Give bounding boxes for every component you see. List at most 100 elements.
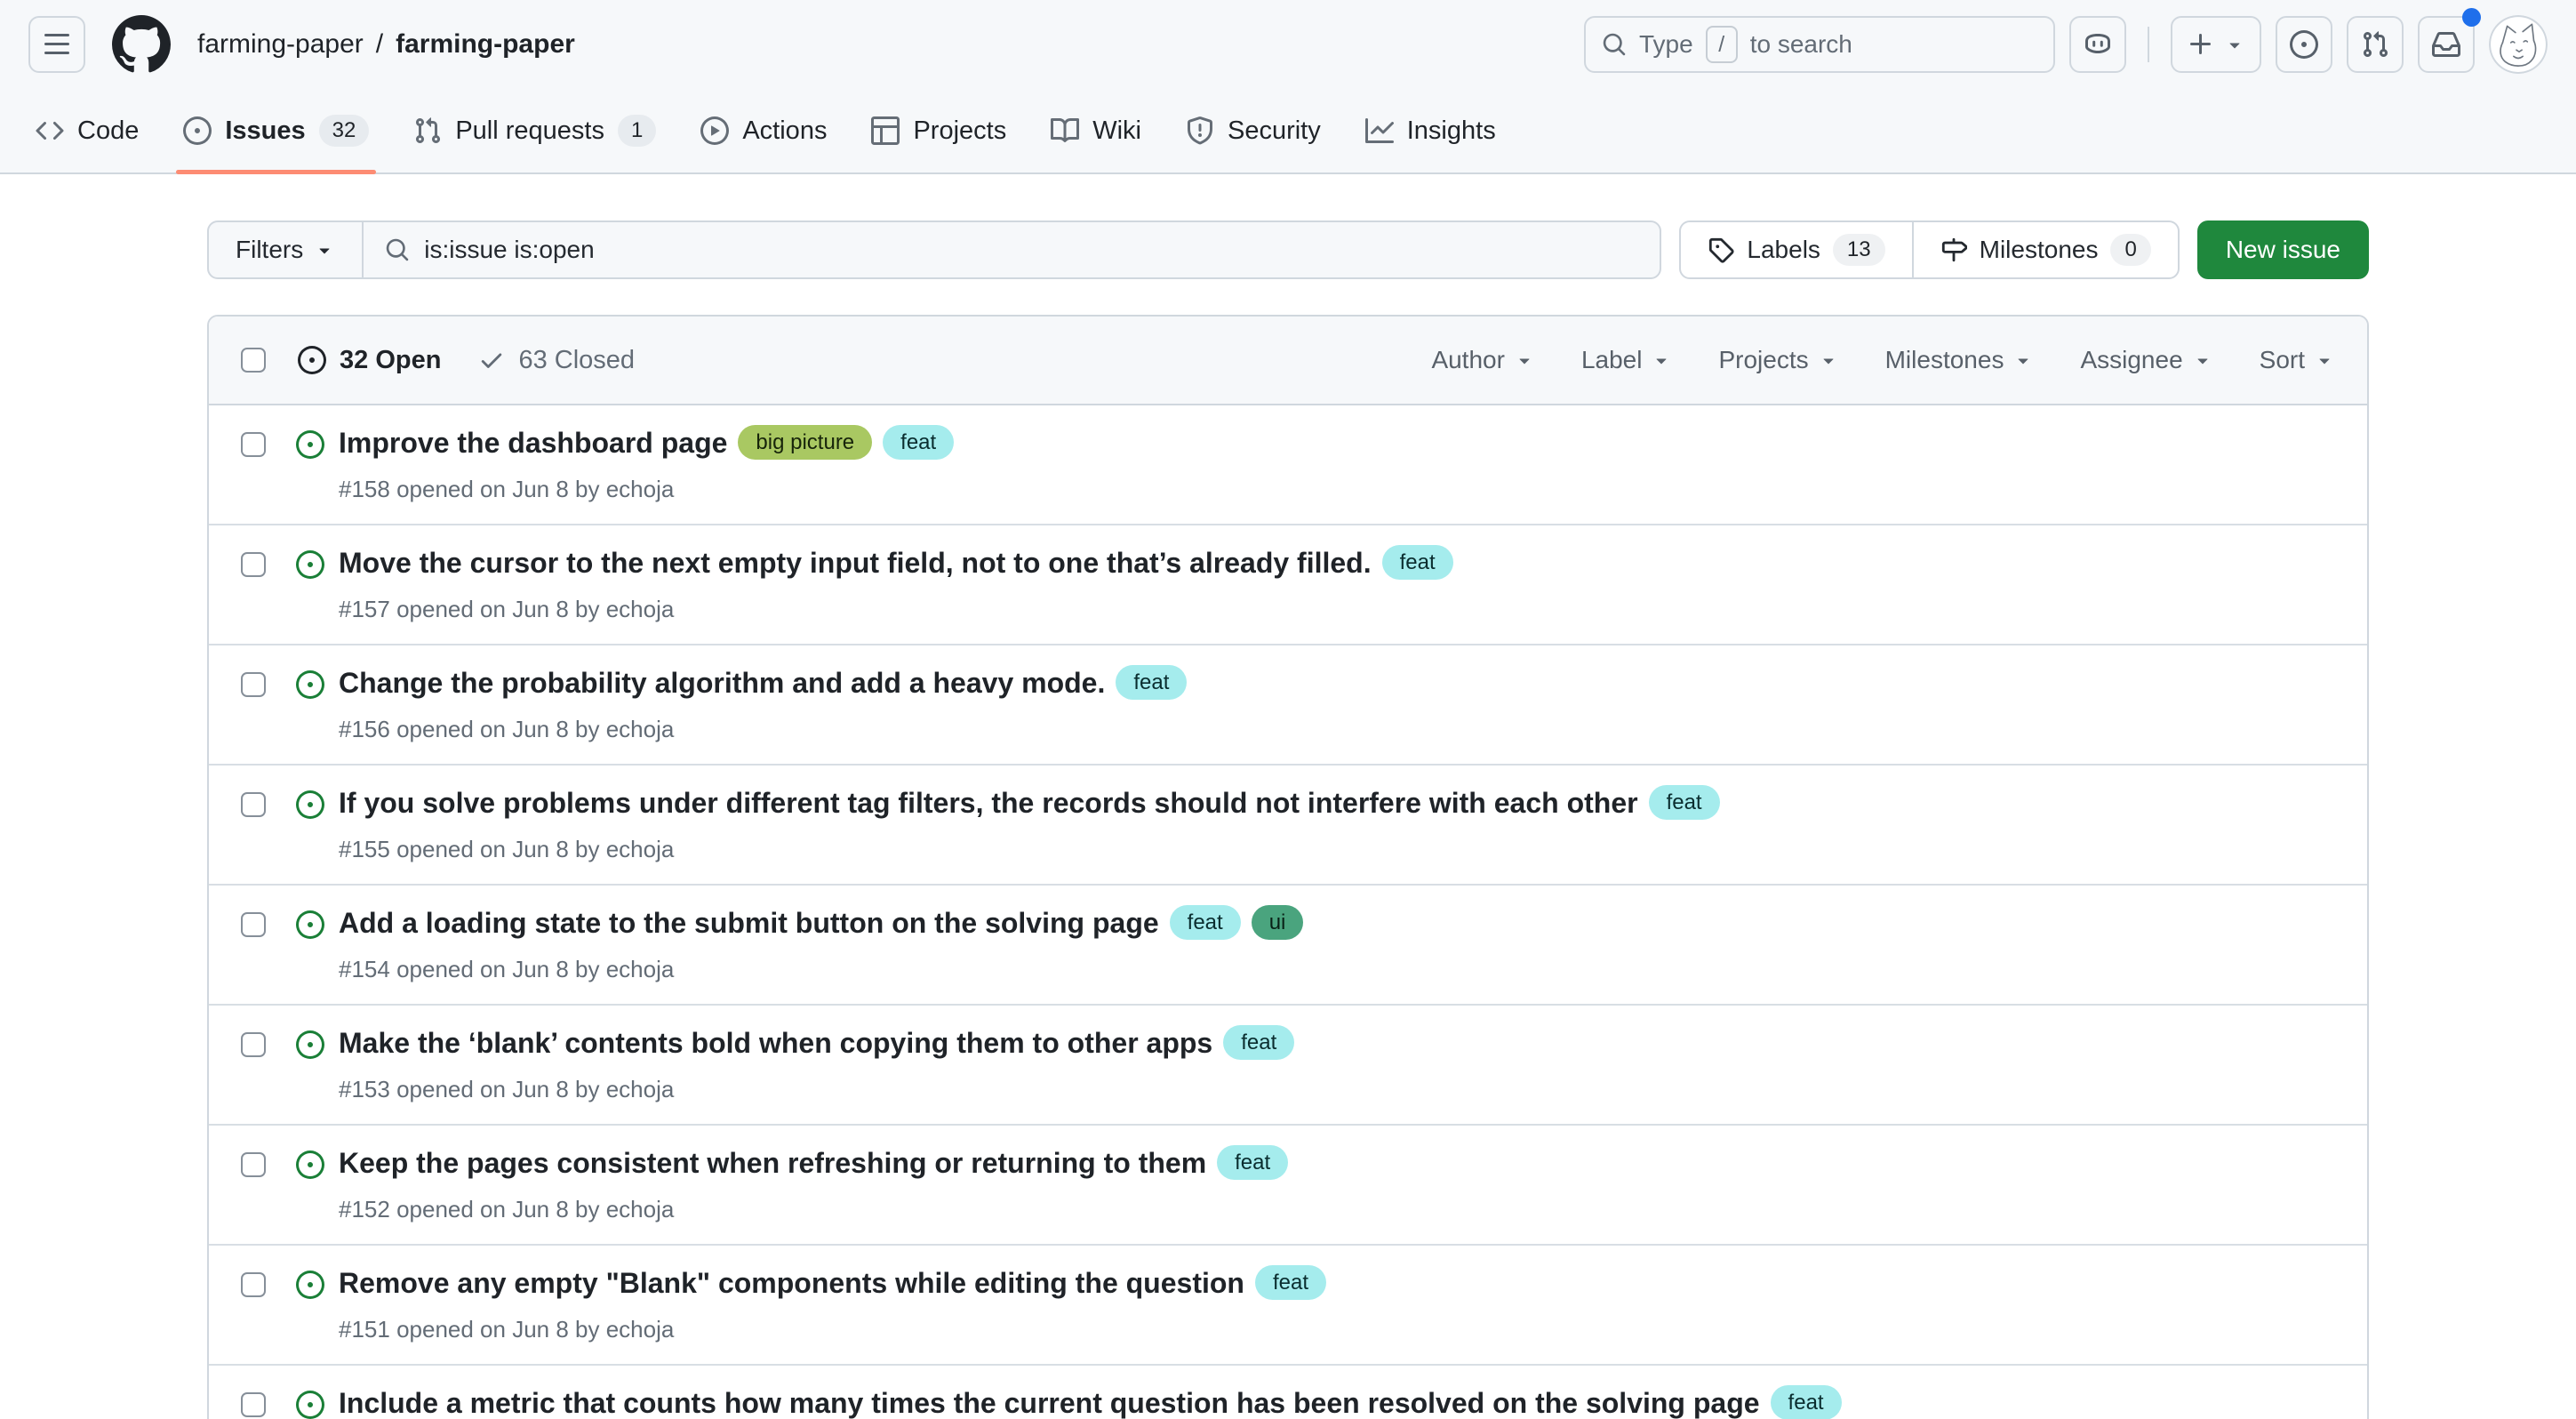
- issue-opened-icon: [183, 116, 212, 145]
- labels-count: 13: [1833, 234, 1885, 266]
- filters-label: Filters: [236, 236, 303, 264]
- issue-meta: #157 opened on Jun 8 by echoja: [339, 594, 1453, 624]
- issue-checkbox[interactable]: [241, 1152, 266, 1177]
- open-issue-icon: [296, 1391, 324, 1419]
- issue-label[interactable]: feat: [1382, 545, 1453, 580]
- issue-title-link[interactable]: Change the probability algorithm and add…: [339, 667, 1105, 699]
- issue-meta: #156 opened on Jun 8 by echoja: [339, 714, 1187, 744]
- issue-row: Make the ‘blank’ contents bold when copy…: [209, 1004, 2367, 1124]
- issue-label[interactable]: feat: [1170, 905, 1241, 940]
- triangle-down-icon: [1651, 349, 1672, 371]
- closed-issues-toggle[interactable]: 63 Closed: [478, 346, 635, 375]
- tab-projects[interactable]: Projects: [852, 89, 1026, 172]
- tab-security[interactable]: Security: [1166, 89, 1340, 172]
- labels-button[interactable]: Labels 13: [1681, 222, 1911, 277]
- issue-title-link[interactable]: Include a metric that counts how many ti…: [339, 1387, 1760, 1419]
- issue-checkbox[interactable]: [241, 1032, 266, 1057]
- issue-label[interactable]: ui: [1252, 905, 1304, 940]
- notifications-wrap: [2418, 16, 2475, 73]
- issue-checkbox[interactable]: [241, 792, 266, 817]
- inbox-icon: [2432, 30, 2460, 59]
- issue-label[interactable]: feat: [1217, 1145, 1288, 1180]
- issue-label[interactable]: feat: [1649, 785, 1720, 820]
- tab-code[interactable]: Code: [16, 89, 158, 172]
- tab-count-badge: 32: [319, 115, 370, 147]
- issue-row: Remove any empty "Blank" components whil…: [209, 1244, 2367, 1364]
- filter-dropdown-milestones[interactable]: Milestones: [1885, 346, 2035, 374]
- your-issues-button[interactable]: [2276, 16, 2332, 73]
- filter-dropdown-author[interactable]: Author: [1431, 346, 1535, 374]
- breadcrumb-repo[interactable]: farming-paper: [396, 29, 575, 60]
- issue-meta: #153 opened on Jun 8 by echoja: [339, 1074, 1294, 1104]
- repo-tabs: Code Issues32Pull requests1 Actions Project…: [0, 89, 2576, 174]
- breadcrumb-owner[interactable]: farming-paper: [197, 29, 364, 60]
- tab-issues[interactable]: Issues32: [164, 89, 388, 172]
- issue-title-link[interactable]: Improve the dashboard page: [339, 427, 727, 459]
- issue-title-link[interactable]: Make the ‘blank’ contents bold when copy…: [339, 1027, 1212, 1059]
- tab-label: Actions: [742, 116, 827, 146]
- issues-toolbar: Filters Labels 13: [207, 220, 2369, 279]
- issue-label[interactable]: feat: [1255, 1265, 1326, 1300]
- header-divider: [2148, 27, 2149, 62]
- issue-checkbox[interactable]: [241, 1272, 266, 1297]
- issue-row: If you solve problems under different ta…: [209, 764, 2367, 884]
- hamburger-menu-button[interactable]: [28, 16, 85, 73]
- issues-search-input[interactable]: [424, 236, 1638, 264]
- tab-insights[interactable]: Insights: [1346, 89, 1516, 172]
- issue-label[interactable]: feat: [883, 425, 954, 460]
- issue-title-link[interactable]: Remove any empty "Blank" components whil…: [339, 1267, 1244, 1299]
- open-issues-toggle[interactable]: 32 Open: [298, 346, 441, 375]
- tab-label: Insights: [1407, 116, 1496, 146]
- issue-title-line: Move the cursor to the next empty input …: [339, 543, 1453, 589]
- create-new-button[interactable]: [2171, 16, 2261, 73]
- filter-dropdown-assignee[interactable]: Assignee: [2080, 346, 2212, 374]
- issue-title-link[interactable]: Move the cursor to the next empty input …: [339, 547, 1372, 579]
- filter-dropdown-sort[interactable]: Sort: [2260, 346, 2335, 374]
- unread-notification-dot: [2462, 8, 2481, 27]
- issue-meta: #154 opened on Jun 8 by echoja: [339, 954, 1303, 984]
- issue-label[interactable]: feat: [1771, 1385, 1842, 1419]
- issue-title-link[interactable]: If you solve problems under different ta…: [339, 787, 1638, 819]
- issue-label[interactable]: feat: [1223, 1025, 1294, 1060]
- triangle-down-icon: [2192, 349, 2213, 371]
- tab-actions[interactable]: Actions: [681, 89, 846, 172]
- header-actions: Type / to search: [1584, 15, 2548, 74]
- issue-row-main: Move the cursor to the next empty input …: [339, 543, 1453, 624]
- tag-icon: [1708, 236, 1734, 263]
- tab-wiki[interactable]: Wiki: [1031, 89, 1161, 172]
- tab-pull-requests[interactable]: Pull requests1: [394, 89, 676, 172]
- filter-dropdown-label[interactable]: Label: [1581, 346, 1673, 374]
- issue-checkbox[interactable]: [241, 552, 266, 577]
- issue-title-line: Keep the pages consistent when refreshin…: [339, 1143, 1288, 1189]
- open-issue-icon: [296, 670, 324, 699]
- issue-label[interactable]: feat: [1116, 665, 1187, 700]
- circle-dot-icon: [298, 346, 326, 374]
- issue-title-link[interactable]: Keep the pages consistent when refreshin…: [339, 1147, 1206, 1179]
- milestones-button[interactable]: Milestones 0: [1912, 222, 2178, 277]
- issue-checkbox[interactable]: [241, 1392, 266, 1417]
- copilot-button[interactable]: [2069, 16, 2126, 73]
- select-all-checkbox[interactable]: [241, 348, 266, 373]
- open-issue-icon: [296, 1271, 324, 1299]
- issue-checkbox[interactable]: [241, 432, 266, 457]
- issue-row-main: Make the ‘blank’ contents bold when copy…: [339, 1023, 1294, 1104]
- filter-dropdown-label: Projects: [1718, 346, 1808, 374]
- your-pull-requests-button[interactable]: [2347, 16, 2404, 73]
- tab-label: Wiki: [1092, 116, 1141, 146]
- issue-checkbox[interactable]: [241, 672, 266, 697]
- issue-title-link[interactable]: Add a loading state to the submit button…: [339, 907, 1159, 939]
- issue-title-line: Make the ‘blank’ contents bold when copy…: [339, 1023, 1294, 1069]
- issue-checkbox[interactable]: [241, 912, 266, 937]
- filters-dropdown-button[interactable]: Filters: [209, 222, 364, 277]
- issue-row-main: Include a metric that counts how many ti…: [339, 1383, 1842, 1419]
- github-logo-icon[interactable]: [112, 15, 171, 74]
- user-avatar[interactable]: [2489, 15, 2548, 74]
- issues-list-container: 32 Open 63 Closed Author Label Projects Mil…: [207, 315, 2369, 1419]
- play-icon: [700, 116, 729, 145]
- filter-dropdown-projects[interactable]: Projects: [1718, 346, 1838, 374]
- milestones-label: Milestones: [1980, 236, 2099, 264]
- new-issue-button[interactable]: New issue: [2197, 220, 2369, 279]
- tab-label: Code: [77, 116, 139, 146]
- global-search-input[interactable]: Type / to search: [1584, 16, 2055, 73]
- issue-label[interactable]: big picture: [738, 425, 872, 460]
